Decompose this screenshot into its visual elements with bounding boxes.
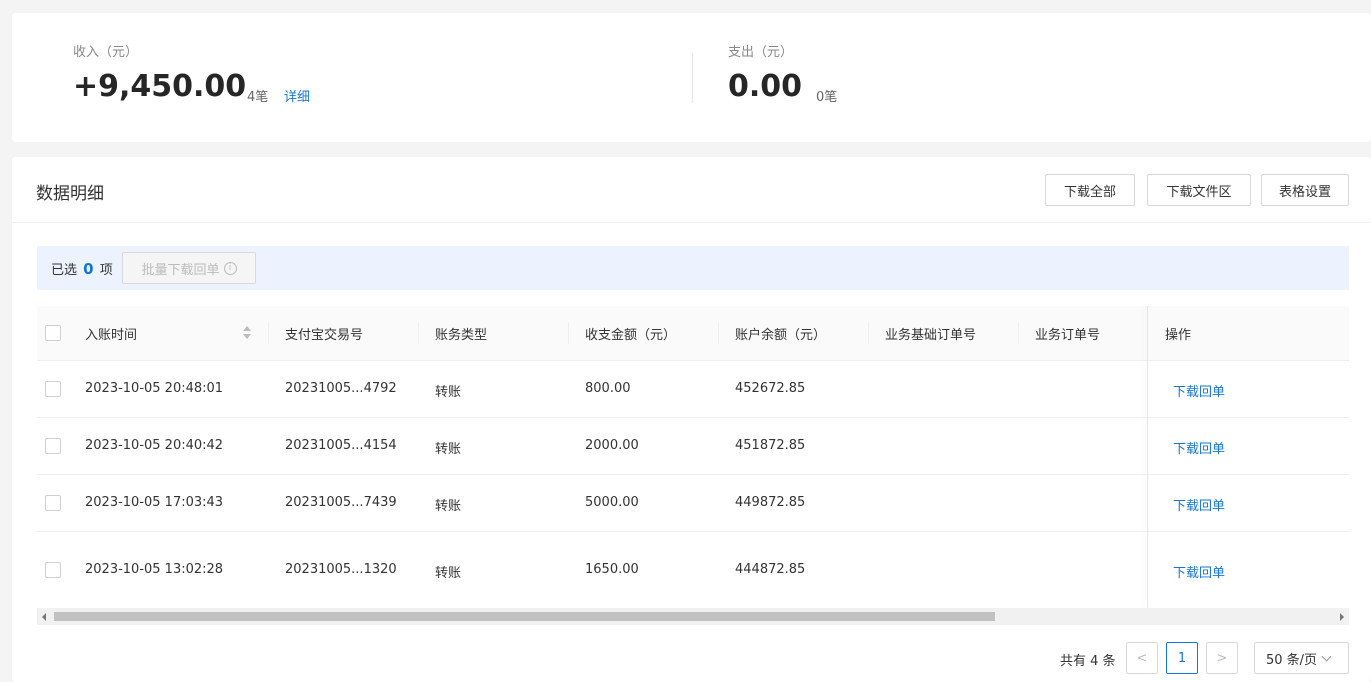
cell-trade-no: 20231005...4154 — [285, 438, 397, 453]
row-checkbox[interactable] — [45, 562, 61, 578]
income-count: 4笔 — [247, 90, 269, 105]
cell-balance: 452672.85 — [735, 381, 806, 396]
cell-trade-no: 20231005...7439 — [285, 495, 397, 510]
cell-time: 2023-10-05 20:40:42 — [85, 438, 224, 453]
download-all-button[interactable]: 下载全部 — [1045, 174, 1135, 206]
batch-download-button[interactable]: 批量下载回单 i — [122, 252, 256, 284]
selection-prefix: 已选 — [51, 263, 78, 278]
column-header: 收支金额（元） — [585, 328, 677, 343]
chevron-right-icon[interactable] — [1340, 613, 1344, 621]
column-header: 支付宝交易号 — [285, 328, 364, 343]
sort-icon[interactable] — [243, 326, 251, 340]
table-row: 2023-10-05 20:48:01 20231005...4792 转账 8… — [37, 361, 1349, 418]
cell-type: 转账 — [435, 566, 462, 581]
income-amount: +9,450.00 — [73, 69, 247, 104]
cell-amount: 5000.00 — [585, 495, 639, 510]
column-divider — [568, 322, 569, 344]
cell-amount: 800.00 — [585, 381, 631, 396]
row-checkbox[interactable] — [45, 495, 61, 511]
download-receipt-link[interactable]: 下载回单 — [1173, 381, 1225, 400]
column-header: 操作 — [1165, 328, 1192, 343]
column-divider — [718, 322, 719, 344]
scrollbar-thumb[interactable] — [54, 612, 995, 621]
cell-balance: 451872.85 — [735, 438, 806, 453]
column-divider — [418, 322, 419, 344]
cell-amount: 2000.00 — [585, 438, 639, 453]
horizontal-scrollbar[interactable] — [37, 608, 1349, 625]
cell-type: 转账 — [435, 499, 462, 514]
income-detail-link[interactable]: 详细 — [284, 86, 310, 105]
table-header: 入账时间 支付宝交易号 账务类型 收支金额（元） 账户余额（元） 业务基础订单号… — [37, 306, 1349, 361]
selection-suffix: 项 — [99, 263, 113, 278]
income-label: 收入（元） — [73, 45, 139, 60]
detail-title: 数据明细 — [36, 184, 104, 204]
batch-download-label: 批量下载回单 — [141, 262, 220, 278]
chevron-left-icon[interactable] — [42, 613, 46, 621]
column-header: 业务订单号 — [1035, 328, 1101, 343]
column-divider — [1018, 322, 1019, 344]
fixed-column-shadow — [1147, 306, 1148, 608]
prev-page-button[interactable]: < — [1126, 642, 1158, 674]
page-size-label: 50 条/页 — [1266, 652, 1318, 668]
page-1-button[interactable]: 1 — [1166, 642, 1198, 674]
cell-balance: 449872.85 — [735, 495, 806, 510]
data-table: 入账时间 支付宝交易号 账务类型 收支金额（元） 账户余额（元） 业务基础订单号… — [37, 306, 1349, 608]
column-header: 账务类型 — [435, 328, 488, 343]
cell-trade-no: 20231005...1320 — [285, 562, 397, 577]
table-row: 2023-10-05 20:40:42 20231005...4154 转账 2… — [37, 418, 1349, 475]
cell-amount: 1650.00 — [585, 562, 639, 577]
cell-type: 转账 — [435, 442, 462, 457]
selection-bar: 已选 0 项 批量下载回单 i — [37, 246, 1349, 290]
cell-balance: 444872.85 — [735, 562, 806, 577]
column-header: 入账时间 — [85, 328, 138, 343]
selection-count: 0 — [83, 260, 94, 278]
cell-trade-no: 20231005...4792 — [285, 381, 397, 396]
stat-divider — [692, 53, 693, 103]
expense-label: 支出（元） — [728, 45, 794, 60]
select-all-checkbox[interactable] — [45, 325, 61, 341]
cell-time: 2023-10-05 13:02:28 — [85, 562, 224, 577]
row-checkbox[interactable] — [45, 381, 61, 397]
table-row: 2023-10-05 17:03:43 20231005...7439 转账 5… — [37, 475, 1349, 532]
page-size-select[interactable]: 50 条/页 — [1254, 642, 1349, 674]
column-header: 账户余额（元） — [735, 328, 827, 343]
download-receipt-link[interactable]: 下载回单 — [1173, 495, 1225, 514]
column-header: 业务基础订单号 — [885, 328, 977, 343]
table-row: 2023-10-05 13:02:28 20231005...1320 转账 1… — [37, 532, 1349, 608]
download-files-button[interactable]: 下载文件区 — [1147, 174, 1251, 206]
pagination-total: 共有 4 条 — [1060, 654, 1116, 669]
cell-type: 转账 — [435, 385, 462, 400]
column-divider — [868, 322, 869, 344]
row-checkbox[interactable] — [45, 438, 61, 454]
expense-count: 0笔 — [816, 90, 838, 105]
table-settings-button[interactable]: 表格设置 — [1261, 174, 1349, 206]
selection-text: 已选 0 项 — [51, 259, 113, 278]
next-page-button[interactable]: > — [1206, 642, 1238, 674]
column-divider — [268, 322, 269, 344]
detail-header: 数据明细 下载全部 下载文件区 表格设置 — [12, 157, 1371, 223]
expense-amount: 0.00 — [728, 69, 803, 104]
cell-time: 2023-10-05 20:48:01 — [85, 381, 224, 396]
summary-card: 收入（元） +9,450.00 4笔 详细 支出（元） 0.00 0笔 — [12, 13, 1371, 142]
info-icon: i — [223, 261, 237, 275]
download-receipt-link[interactable]: 下载回单 — [1173, 562, 1225, 581]
detail-card: 数据明细 下载全部 下载文件区 表格设置 已选 0 项 批量下载回单 i 入账时… — [12, 157, 1371, 682]
chevron-down-icon — [1321, 651, 1332, 661]
download-receipt-link[interactable]: 下载回单 — [1173, 438, 1225, 457]
cell-time: 2023-10-05 17:03:43 — [85, 495, 224, 510]
